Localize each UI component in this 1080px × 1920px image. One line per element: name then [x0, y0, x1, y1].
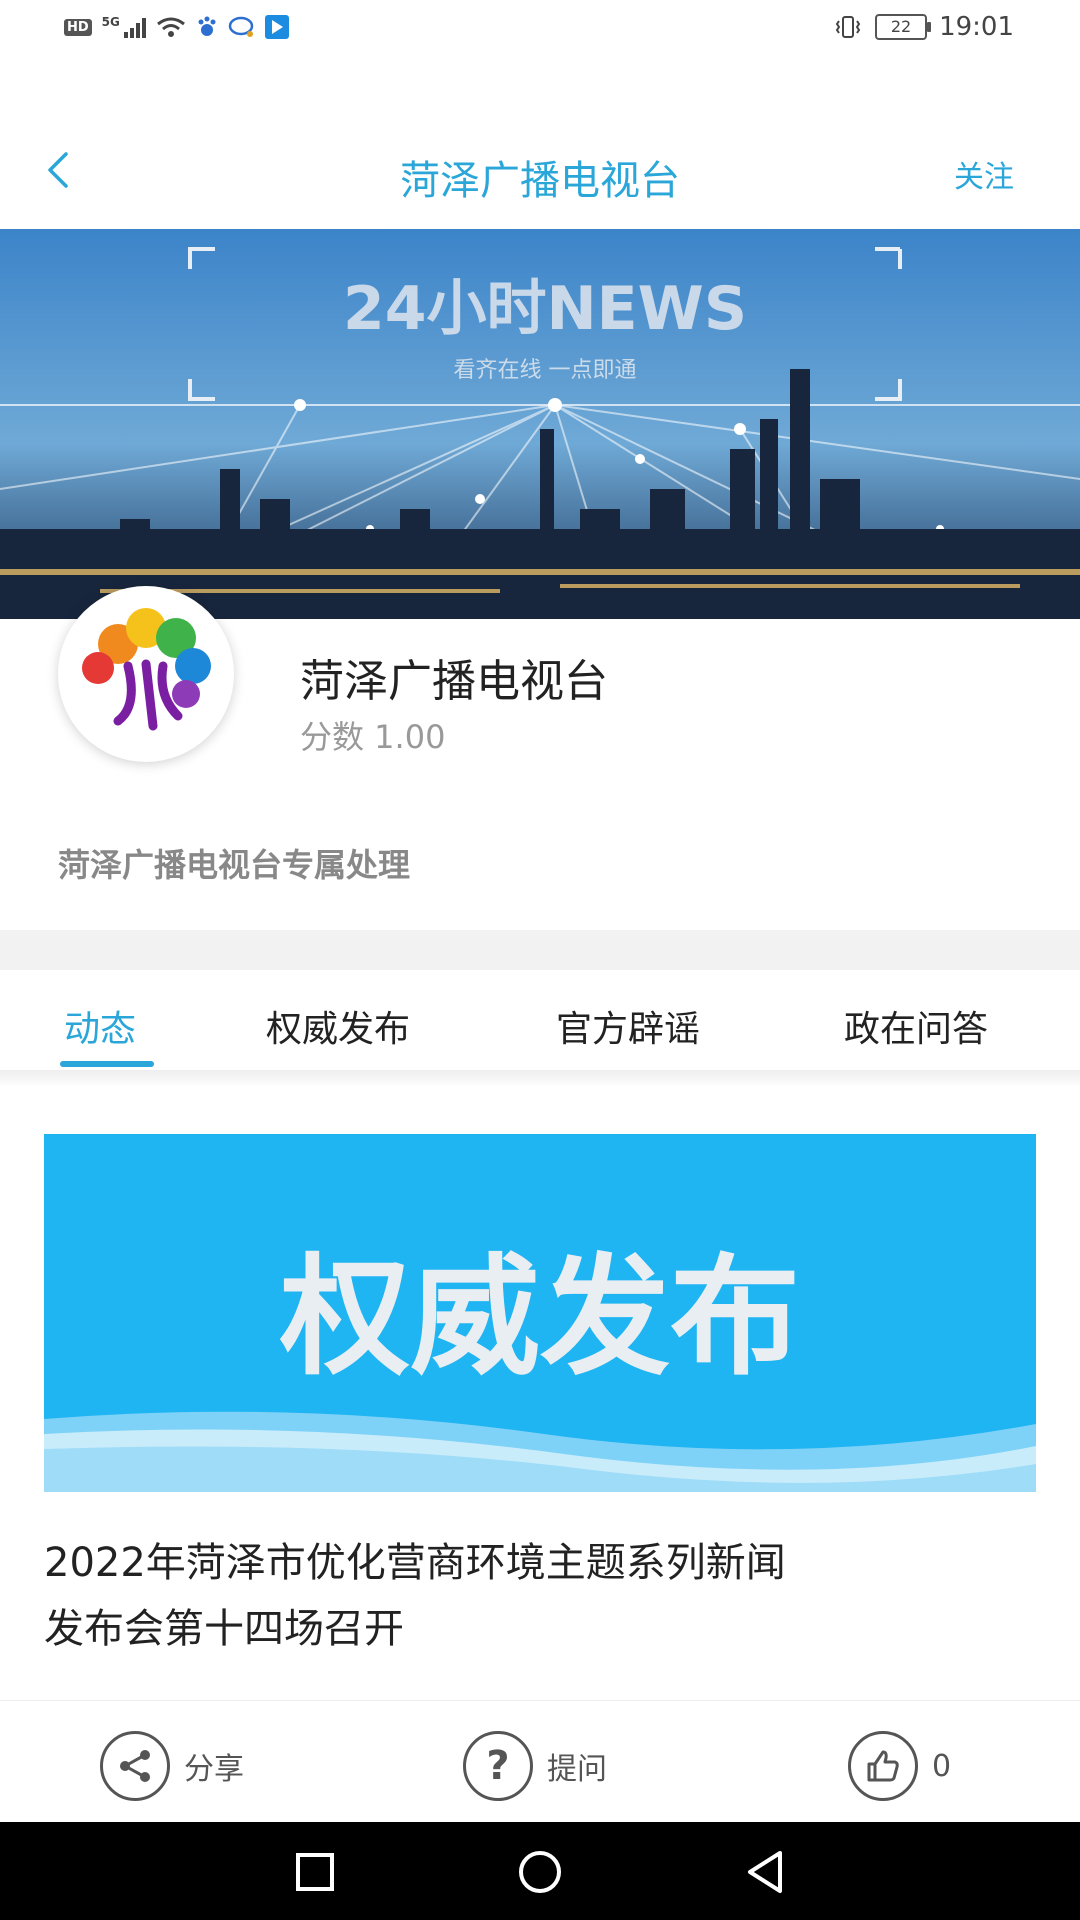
hd-badge: HD: [64, 18, 92, 36]
share-icon: [100, 1731, 170, 1801]
banner-subline: 看齐在线 一点即通: [454, 358, 637, 383]
ask-label: 提问: [547, 1752, 607, 1787]
share-button[interactable]: 分享: [100, 1731, 244, 1801]
vibrate-icon: [835, 16, 861, 38]
question-icon: ?: [463, 1731, 533, 1801]
status-right-icons: 22 19:01: [833, 12, 1014, 42]
tab-shadow: [0, 1070, 1080, 1088]
paw-icon: [198, 16, 216, 36]
active-tab-indicator: [60, 1061, 154, 1067]
tab-dynamic[interactable]: 动态: [64, 1000, 136, 1052]
home-icon[interactable]: [515, 1847, 565, 1897]
ask-question-button[interactable]: ? 提问: [463, 1731, 607, 1801]
station-logo: [82, 608, 211, 731]
chat-icon: [228, 16, 254, 37]
network-label: 5G: [101, 15, 120, 29]
app-notify-icon: [264, 15, 289, 39]
wifi-icon: [156, 17, 185, 37]
city-network-banner: 24小时NEWS 看齐在线 一点即通: [0, 229, 1080, 619]
follow-button[interactable]: 关注: [954, 152, 1014, 196]
feed-card-title-line2: 发布会第十四场召开: [44, 1606, 404, 1652]
avatar: [58, 586, 234, 762]
battery-icon: 22: [875, 14, 932, 40]
authoritative-release-graphic: 权威发布: [44, 1134, 1036, 1492]
feed-card-title[interactable]: 2022年菏泽市优化营商环境主题系列新闻 发布会第十四场召开: [44, 1530, 1036, 1662]
top-nav-bar: 菏泽广播电视台 关注: [0, 120, 1080, 220]
profile-banner-image: 24小时NEWS 看齐在线 一点即通: [0, 229, 1080, 619]
bottom-action-bar: 分享 ? 提问 0: [0, 1700, 1080, 1821]
feed-card-image[interactable]: 权威发布: [44, 1134, 1036, 1492]
page-title: 菏泽广播电视台: [400, 158, 680, 204]
status-left-icons: HD 5G: [64, 14, 290, 40]
status-time: 19:01: [939, 12, 1014, 42]
signal-icon: [123, 16, 146, 38]
banner-headline: 24小时NEWS: [343, 274, 747, 344]
back-icon[interactable]: [740, 1847, 790, 1897]
profile-score: 分数 1.00: [300, 718, 446, 756]
card-image-text: 权威发布: [279, 1241, 800, 1393]
tab-government-qa[interactable]: 政在问答: [844, 1000, 988, 1052]
tab-bar: 动态 权威发布 官方辟谣 政在问答: [0, 970, 1080, 1070]
profile-name: 菏泽广播电视台: [300, 656, 608, 707]
profile-description: 菏泽广播电视台专属处理: [58, 846, 411, 884]
section-divider: [0, 930, 1080, 970]
like-count: 0: [932, 1748, 952, 1784]
system-nav-bar: [0, 1822, 1080, 1920]
status-bar: HD 5G 22 19:01: [0, 0, 1080, 60]
recent-apps-icon[interactable]: [290, 1847, 340, 1897]
feed-card-title-line1: 2022年菏泽市优化营商环境主题系列新闻: [44, 1540, 786, 1586]
like-button[interactable]: 0: [848, 1731, 951, 1801]
tab-official-rumor-refute[interactable]: 官方辟谣: [556, 1000, 700, 1052]
tab-authoritative-release[interactable]: 权威发布: [266, 1000, 410, 1052]
thumbs-up-icon: [848, 1731, 918, 1801]
share-label: 分享: [184, 1752, 244, 1787]
